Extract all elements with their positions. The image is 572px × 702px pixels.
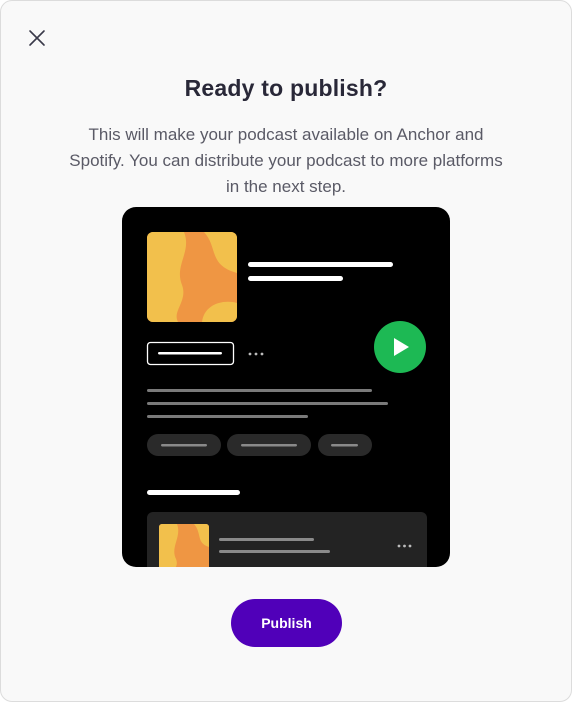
show-name-line (248, 276, 343, 281)
podcast-preview-illustration (122, 207, 450, 567)
preview-graphic (146, 232, 427, 567)
more-icon (248, 352, 264, 356)
close-icon (29, 30, 45, 46)
tag-chip (318, 434, 372, 456)
dialog-title: Ready to publish? (184, 75, 388, 101)
description-line (147, 402, 388, 405)
play-button-graphic (374, 321, 426, 373)
episode-thumbnail (159, 524, 209, 567)
episode-card (147, 512, 427, 567)
description-line (147, 415, 308, 418)
publish-button[interactable]: Publish (231, 599, 342, 647)
publish-dialog: Ready to publish? This will make your po… (0, 0, 572, 702)
more-icon (397, 544, 412, 548)
close-button[interactable] (27, 28, 47, 48)
tag-chip (227, 434, 311, 456)
episode-title-line (248, 262, 393, 267)
episode-title-line (219, 538, 314, 541)
episode-meta-line (219, 550, 330, 553)
description-line (147, 389, 372, 392)
dialog-description: This will make your podcast available on… (69, 125, 503, 196)
follow-button-placeholder (146, 341, 235, 366)
tag-chip (147, 434, 221, 456)
podcast-cover-art (147, 232, 237, 322)
episodes-heading-line (147, 490, 240, 495)
